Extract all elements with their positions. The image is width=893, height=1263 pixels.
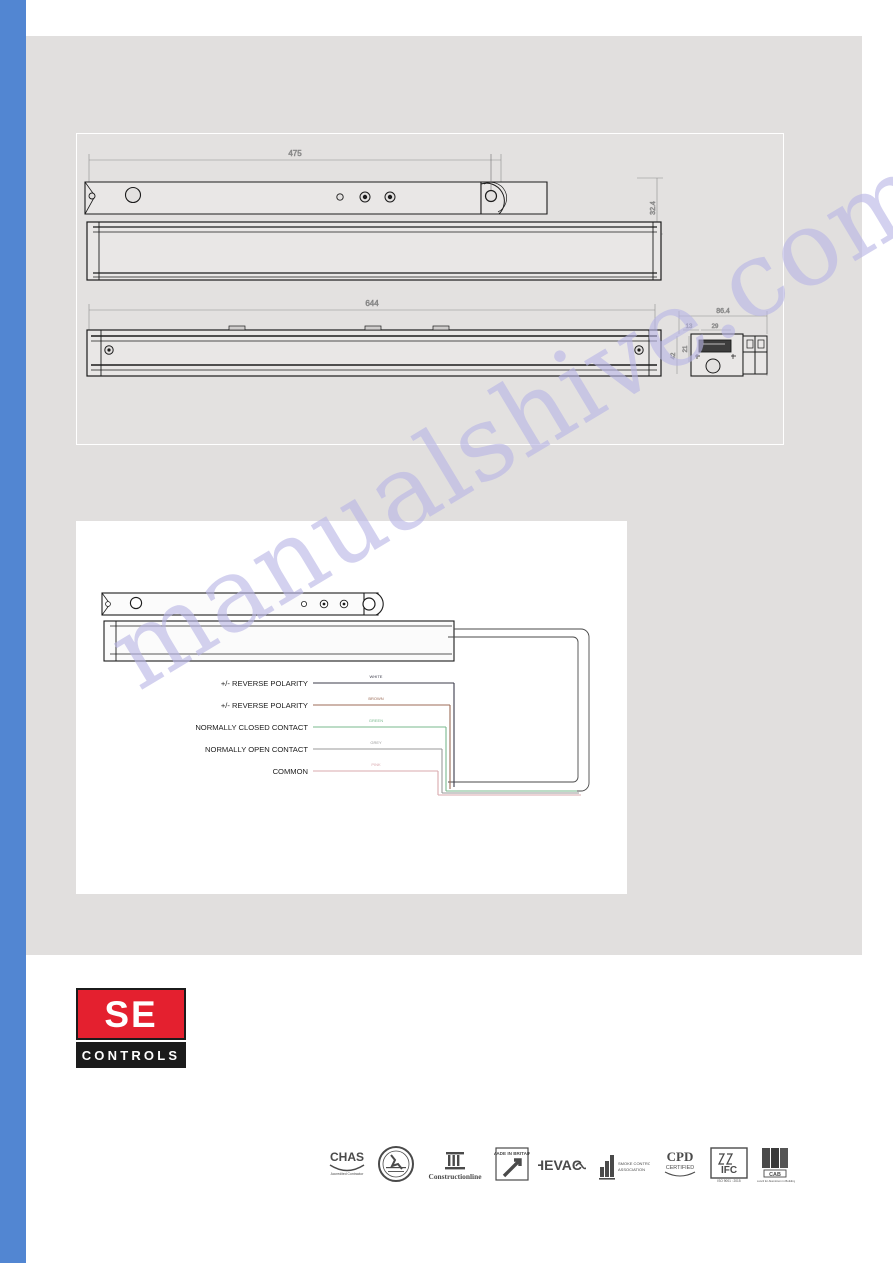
wire-colour-4: GREY xyxy=(370,740,382,745)
logo-se-text: SE xyxy=(104,993,158,1035)
logo-se-box: SE xyxy=(76,988,186,1040)
hevac-logo: HEVAC xyxy=(538,1141,586,1187)
made-in-britain-label: MADE IN BRITAIN xyxy=(494,1151,530,1156)
logo-controls-box: CONTROLS xyxy=(76,1042,186,1068)
chas-label: CHAS xyxy=(330,1150,364,1164)
sca-label: SMOKE CONTROL xyxy=(618,1161,650,1166)
dimension-drawing-svg: 475 32.4 644 86.4 13 29 21 42 xyxy=(77,134,783,444)
wiring-diagram-svg: +/- REVERSE POLARITY WHITE +/- REVERSE P… xyxy=(76,521,627,894)
wire-colour-2: BROWN xyxy=(368,696,383,701)
wire-label-1: +/- REVERSE POLARITY xyxy=(221,679,308,688)
chas-sublabel: Accredited Contractor xyxy=(331,1172,365,1176)
left-accent-strip xyxy=(0,0,26,1263)
wire-colour-5: PINK xyxy=(371,762,381,767)
se-controls-logo: SE CONTROLS xyxy=(76,988,186,1070)
dimension-42: 42 xyxy=(671,352,677,359)
dimension-32-4: 32.4 xyxy=(650,201,657,215)
wire-colour-1: WHITE xyxy=(370,674,383,679)
made-in-britain-logo: MADE IN BRITAIN xyxy=(494,1141,530,1187)
cpd-sublabel: CERTIFIED xyxy=(665,1165,693,1171)
wire-label-2: +/- REVERSE POLARITY xyxy=(221,701,308,710)
hevac-label: HEVAC xyxy=(538,1157,582,1173)
accreditation-logo-strip: CHAS Accredited Contractor Constructionl… xyxy=(325,1138,795,1190)
wire-colour-3: GREEN xyxy=(369,718,383,723)
achilles-logo xyxy=(377,1141,415,1187)
dimension-644: 644 xyxy=(365,299,379,308)
dimension-13: 13 xyxy=(686,324,693,330)
ifc-certification-logo: IFC ISO 9001 : 2015 xyxy=(709,1141,749,1187)
wire-label-3: NORMALLY CLOSED CONTACT xyxy=(195,723,308,732)
dimension-475: 475 xyxy=(288,149,302,158)
logo-controls-text: CONTROLS xyxy=(81,1047,181,1063)
constructionline-logo: Constructionline xyxy=(424,1141,486,1187)
dimension-86-4: 86.4 xyxy=(716,308,730,315)
dimension-29: 29 xyxy=(712,324,719,330)
chas-logo: CHAS Accredited Contractor xyxy=(325,1141,369,1187)
ifc-sublabel: ISO 9001 : 2015 xyxy=(717,1179,740,1183)
dimension-21: 21 xyxy=(683,345,689,352)
smoke-control-association-logo: SMOKE CONTROL ASSOCIATION xyxy=(594,1141,650,1187)
cab-logo: CAB Council for Aluminium in Building xyxy=(757,1141,795,1187)
document-page: 475 32.4 644 86.4 13 29 21 42 +/- REVERS… xyxy=(0,0,893,1263)
cpd-label: CPD xyxy=(666,1149,693,1164)
constructionline-label: Constructionline xyxy=(428,1172,482,1181)
ifc-label: IFC xyxy=(721,1165,737,1176)
cab-sublabel: Council for Aluminium in Building xyxy=(757,1179,795,1183)
dimension-drawing-panel: 475 32.4 644 86.4 13 29 21 42 xyxy=(76,133,784,445)
wiring-diagram-panel: +/- REVERSE POLARITY WHITE +/- REVERSE P… xyxy=(76,521,627,894)
cab-label: CAB xyxy=(769,1172,781,1178)
wire-label-4: NORMALLY OPEN CONTACT xyxy=(205,745,308,754)
wire-label-5: COMMON xyxy=(273,767,308,776)
cpd-certified-logo: CPD CERTIFIED xyxy=(659,1141,701,1187)
sca-sublabel: ASSOCIATION xyxy=(618,1167,645,1172)
